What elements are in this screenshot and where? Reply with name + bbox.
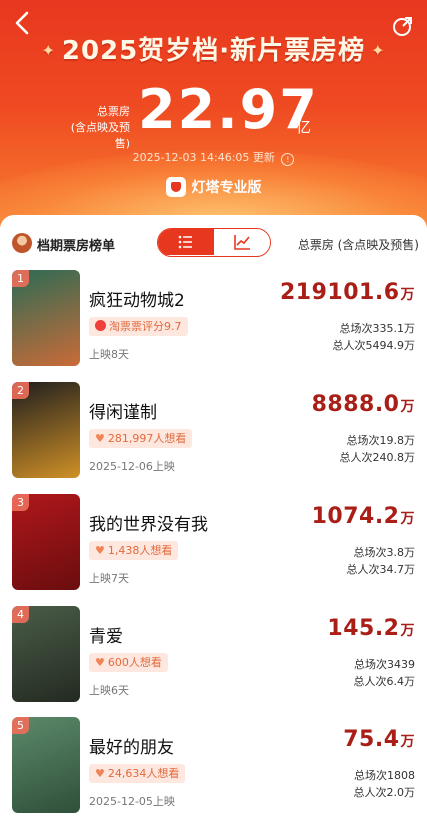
release-info: 上映8天 (89, 348, 129, 361)
total-screenings: 总场次3.8万 (353, 546, 416, 559)
info-icon[interactable]: ! (281, 153, 295, 166)
view-toggle[interactable] (157, 228, 271, 257)
update-suffix: 更新 (252, 151, 275, 164)
column-header: 总票房 (含点映及预售) (297, 238, 419, 252)
heart-icon: ♥ (95, 767, 105, 780)
movie-poster[interactable]: 3 (12, 494, 80, 590)
taopiaopiao-icon (95, 320, 106, 331)
movie-tag: 淘票票评分9.7 (89, 317, 188, 336)
total-screenings: 总场次19.8万 (346, 434, 416, 447)
movie-title: 疯狂动物城2 (89, 291, 185, 311)
release-info: 2025-12-06上映 (89, 460, 175, 473)
total-admissions: 总人次34.7万 (346, 563, 416, 576)
movie-poster[interactable]: 2 (12, 382, 80, 478)
movie-title: 得闲谨制 (89, 403, 157, 423)
sparkle-icon: ✦ (41, 41, 56, 60)
update-time: 2025-12-03 14:46:05 (132, 151, 250, 164)
movie-tag-text: 600人想看 (107, 656, 162, 669)
movie-row[interactable]: 3 我的世界没有我 ♥ 1,438人想看上映7天 1074.2万总场次3.8万总人次34… (0, 494, 427, 606)
movie-tag: ♥ 600人想看 (89, 653, 168, 672)
box-office-number: 1074.2 (311, 504, 400, 529)
total-label: 总票房 (含点映及预售) (56, 104, 130, 152)
section-avatar-icon (12, 233, 32, 253)
movie-title: 最好的朋友 (89, 738, 174, 758)
brand-name: 灯塔专业版 (191, 180, 262, 196)
movie-poster[interactable]: 1 (12, 270, 80, 366)
total-screenings: 总场次3439 (354, 658, 415, 671)
update-timestamp: 2025-12-03 14:46:05 更新 ! (0, 149, 427, 166)
heart-icon: ♥ (95, 656, 105, 669)
rank-badge: 2 (12, 382, 29, 399)
total-admissions: 总人次6.4万 (353, 675, 416, 688)
movie-tag: ♥ 24,634人想看 (89, 764, 186, 783)
movie-tag-text: 281,997人想看 (107, 432, 187, 445)
panel-header: 档期票房榜单 总票房 (含点映及预售) (0, 215, 427, 271)
movie-tag-text: 24,634人想看 (107, 767, 180, 780)
movie-title: 我的世界没有我 (89, 515, 208, 535)
release-info: 上映6天 (89, 684, 129, 697)
release-info: 2025-12-05上映 (89, 795, 175, 808)
page-title: ✦ 2025贺岁档·新片票房榜 ✦ (0, 30, 427, 67)
total-box-office-unit: 亿 (296, 118, 312, 136)
box-office-number: 75.4 (343, 727, 400, 752)
total-screenings: 总场次335.1万 (339, 322, 416, 335)
movie-title: 青爱 (89, 627, 123, 647)
box-office-number: 219101.6 (279, 280, 400, 305)
heart-icon: ♥ (95, 432, 105, 445)
panel-title: 档期票房榜单 (37, 239, 116, 254)
rank-badge: 1 (12, 270, 29, 287)
rank-badge: 4 (12, 606, 29, 623)
movie-tag-text: 淘票票评分9.7 (109, 320, 182, 333)
total-box-office-value: 22.97 (138, 78, 319, 141)
box-office-number: 145.2 (327, 616, 400, 641)
total-admissions: 总人次2.0万 (353, 786, 416, 799)
movie-tag-text: 1,438人想看 (107, 544, 173, 557)
box-office-number: 8888.0 (311, 392, 400, 417)
page-title-text: 2025贺岁档·新片票房榜 (61, 36, 366, 66)
box-office-unit: 万 (400, 623, 415, 639)
chart-view-button[interactable] (214, 229, 270, 255)
rank-badge: 3 (12, 494, 29, 511)
ranking-panel: 档期票房榜单 总票房 (含点映及预售) 1 疯狂动物城2 淘票票评分9.7 上映8天 2… (0, 215, 427, 815)
box-office-value: 145.2万 (327, 616, 415, 641)
list-icon (178, 235, 192, 249)
movie-tag: ♥ 1,438人想看 (89, 541, 179, 560)
box-office-unit: 万 (400, 734, 415, 750)
movie-tag: ♥ 281,997人想看 (89, 429, 193, 448)
header-banner: ✦ 2025贺岁档·新片票房榜 ✦ 总票房 (含点映及预售) 22.97 亿 202… (0, 0, 427, 240)
sparkle-icon: ✦ (371, 41, 386, 60)
box-office-unit: 万 (400, 511, 415, 527)
total-label-line2: (含点映及预售) (70, 121, 130, 150)
total-screenings: 总场次1808 (354, 769, 415, 782)
box-office-value: 1074.2万 (312, 504, 415, 529)
total-label-line1: 总票房 (97, 105, 130, 118)
release-info: 上映7天 (89, 572, 129, 585)
total-admissions: 总人次240.8万 (339, 451, 416, 464)
rank-badge: 5 (12, 717, 29, 734)
total-admissions: 总人次5494.9万 (332, 339, 416, 352)
heart-icon: ♥ (95, 544, 105, 557)
movie-row[interactable]: 5 最好的朋友 ♥ 24,634人想看 2025-12-05上映 75.4万总场次1808… (0, 717, 427, 829)
box-office-value: 75.4万 (343, 727, 415, 752)
box-office-value: 219101.6万 (280, 280, 415, 305)
box-office-unit: 万 (400, 399, 415, 415)
movie-row[interactable]: 4 青爱 ♥ 600人想看上映6天 145.2万总场次3439 总人次6.4万 (0, 606, 427, 718)
movie-row[interactable]: 2 得闲谨制 ♥ 281,997人想看 2025-12-06上映 8888.0万总场次19… (0, 382, 427, 494)
movie-poster[interactable]: 5 (12, 717, 80, 813)
trend-icon (234, 235, 250, 250)
box-office-value: 8888.0万 (312, 392, 415, 417)
movie-row[interactable]: 1 疯狂动物城2 淘票票评分9.7 上映8天 219101.6万总场次335.1万总人次… (0, 270, 427, 382)
brand-label: 灯塔专业版 (0, 177, 427, 197)
box-office-unit: 万 (400, 287, 415, 303)
dengta-logo-icon (165, 177, 186, 197)
movie-poster[interactable]: 4 (12, 606, 80, 702)
list-view-button[interactable] (158, 229, 214, 255)
